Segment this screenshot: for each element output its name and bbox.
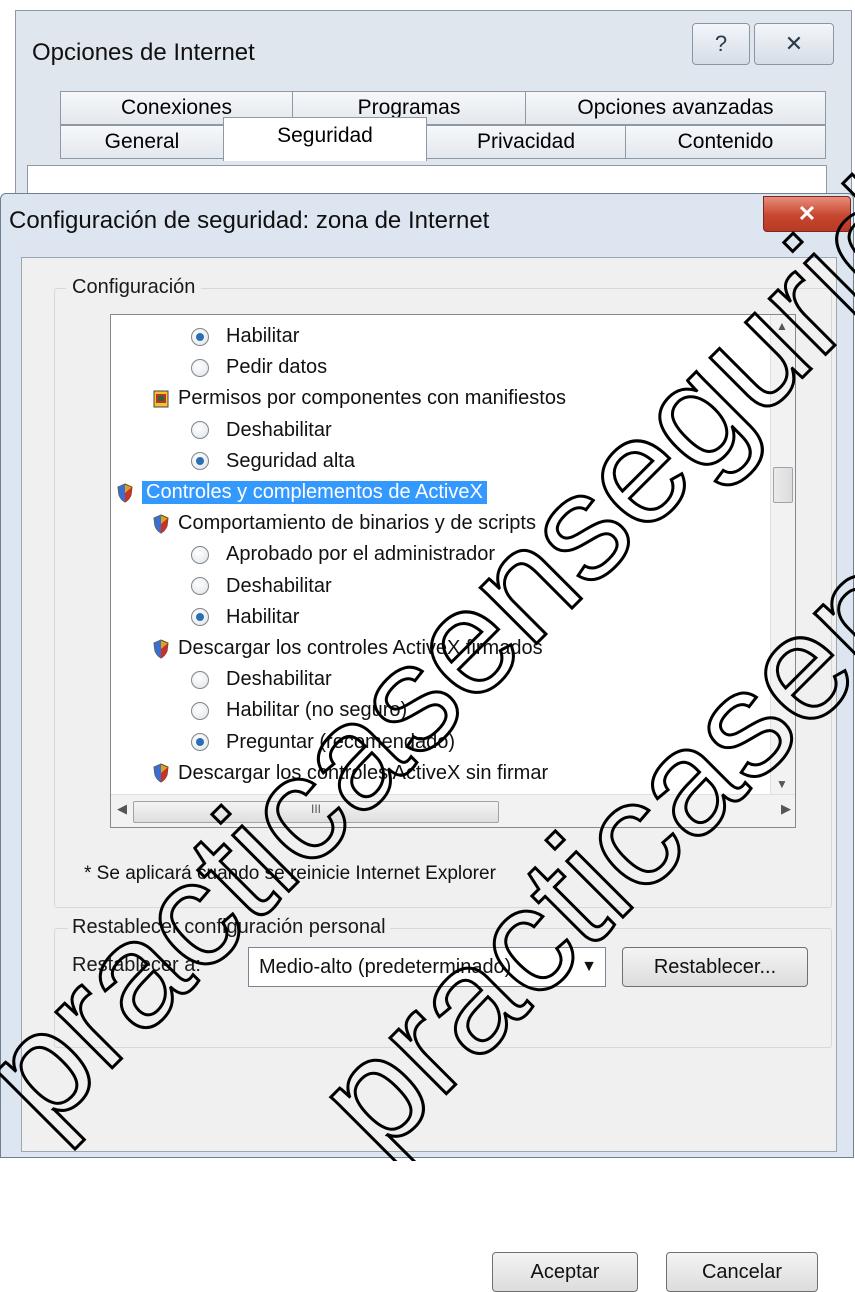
settings-tree[interactable]: Habilitar Pedir datos Permisos por compone… bbox=[110, 314, 796, 828]
radio-option[interactable]: Deshabilitar bbox=[191, 664, 332, 695]
chevron-down-icon: ▼ bbox=[581, 958, 597, 975]
settings-item-label: Habilitar bbox=[226, 325, 300, 347]
settings-item-label: Controles y complementos de ActiveX bbox=[142, 481, 487, 504]
help-button[interactable]: ? bbox=[692, 23, 750, 65]
radio-unchecked-icon[interactable] bbox=[191, 701, 209, 720]
settings-item-label: Preguntar (recomendado) bbox=[226, 730, 456, 753]
vertical-scroll-thumb[interactable] bbox=[773, 467, 793, 503]
radio-option[interactable]: Deshabilitar bbox=[191, 571, 332, 602]
reset-level-value: Medio-alto (predeterminado) bbox=[259, 955, 512, 978]
reset-group-label: Restablecer configuración personal bbox=[68, 916, 390, 939]
settings-item-label: Descargar los controles ActiveX firmados bbox=[178, 637, 543, 659]
vertical-scrollbar[interactable]: ▲ ▼ bbox=[770, 315, 795, 795]
scroll-up-arrow-icon[interactable]: ▲ bbox=[776, 319, 788, 333]
close-icon: ✕ bbox=[784, 31, 804, 56]
radio-option[interactable]: Habilitar (no seguro) bbox=[191, 695, 407, 726]
scroll-down-arrow-icon[interactable]: ▼ bbox=[776, 777, 788, 791]
tab-opciones-avanzadas[interactable]: Opciones avanzadas bbox=[525, 91, 826, 125]
tab-privacidad[interactable]: Privacidad bbox=[426, 125, 626, 159]
settings-item-label: Habilitar bbox=[226, 605, 300, 628]
settings-item-label: Comportamiento de binarios y de scripts bbox=[178, 512, 536, 535]
settings-item-label: Deshabilitar bbox=[226, 418, 332, 441]
settings-item-label: Deshabilitar bbox=[226, 668, 332, 691]
settings-item-label: Pedir datos bbox=[226, 356, 328, 379]
radio-unchecked-icon[interactable] bbox=[191, 670, 209, 689]
grip-icon: III bbox=[310, 802, 321, 816]
shield-icon bbox=[153, 763, 169, 783]
horizontal-scroll-thumb[interactable]: III bbox=[133, 801, 499, 823]
radio-option[interactable]: Deshabilitar bbox=[191, 415, 332, 446]
reset-level-select[interactable]: Medio-alto (predeterminado) ▼ bbox=[248, 947, 606, 987]
settings-item-label: Deshabilitar bbox=[226, 574, 332, 597]
ok-button[interactable]: Aceptar bbox=[492, 1252, 638, 1292]
dialog-client-area: Configuración Habilitar Pedir datos Permis… bbox=[21, 257, 837, 1292]
close-icon: ✕ bbox=[797, 201, 817, 226]
settings-category[interactable]: Descargar los controles ActiveX sin firm… bbox=[153, 758, 548, 789]
radio-option[interactable]: Habilitar bbox=[191, 321, 299, 352]
tab-contenido[interactable]: Contenido bbox=[625, 125, 826, 159]
security-settings-title: Configuración de seguridad: zona de Inte… bbox=[9, 207, 490, 234]
reset-to-label: Restablecer a: bbox=[72, 954, 201, 976]
settings-category[interactable]: Descargar los controles ActiveX firmados bbox=[153, 633, 543, 664]
horizontal-scrollbar[interactable]: ◀ III ▶ bbox=[111, 794, 795, 827]
radio-checked-icon[interactable] bbox=[191, 608, 209, 627]
shield-icon bbox=[153, 514, 169, 534]
security-settings-dialog: Configuración de seguridad: zona de Inte… bbox=[0, 193, 854, 1292]
radio-unchecked-icon[interactable] bbox=[191, 577, 209, 596]
radio-unchecked-icon[interactable] bbox=[191, 358, 209, 377]
close-button[interactable]: ✕ bbox=[754, 23, 834, 65]
settings-item-label: Descargar los controles ActiveX sin firm… bbox=[178, 761, 549, 784]
radio-unchecked-icon[interactable] bbox=[191, 545, 209, 564]
restart-note: * Se aplicará cuando se reinicie Interne… bbox=[84, 863, 496, 884]
internet-options-title: Opciones de Internet bbox=[32, 39, 255, 66]
settings-item-label: Permisos por componentes con manifiestos bbox=[178, 387, 566, 410]
cancel-button[interactable]: Cancelar bbox=[666, 1252, 818, 1292]
radio-unchecked-icon[interactable] bbox=[191, 421, 209, 440]
shield-icon bbox=[153, 638, 169, 659]
tab-general[interactable]: General bbox=[60, 125, 224, 159]
radio-checked-icon[interactable] bbox=[191, 327, 209, 346]
reset-button[interactable]: Restablecer... bbox=[622, 947, 808, 987]
close-button[interactable]: ✕ bbox=[763, 196, 851, 232]
settings-item-label: Habilitar (no seguro) bbox=[226, 699, 408, 722]
scroll-left-arrow-icon[interactable]: ◀ bbox=[117, 801, 127, 817]
background-strip bbox=[0, 0, 855, 10]
settings-category[interactable]: Permisos por componentes con manifiestos bbox=[153, 383, 566, 414]
net-permissions-icon bbox=[153, 390, 169, 408]
radio-option[interactable]: Pedir datos bbox=[191, 352, 327, 383]
radio-checked-icon[interactable] bbox=[191, 733, 209, 752]
help-icon: ? bbox=[714, 31, 728, 56]
settings-item-label: Seguridad alta bbox=[226, 449, 355, 472]
radio-option[interactable]: Seguridad alta bbox=[191, 446, 355, 477]
settings-category[interactable]: Comportamiento de binarios y de scripts bbox=[153, 508, 536, 539]
shield-icon bbox=[117, 482, 133, 503]
reset-groupbox bbox=[54, 928, 832, 1048]
settings-category[interactable]: Controles y complementos de ActiveX bbox=[117, 477, 487, 508]
radio-option[interactable]: Aprobado por el administrador bbox=[191, 539, 495, 570]
settings-item-label: Aprobado por el administrador bbox=[226, 543, 496, 566]
radio-option[interactable]: Preguntar (recomendado) bbox=[191, 727, 455, 758]
settings-group-label: Configuración bbox=[66, 276, 202, 299]
tab-seguridad[interactable]: Seguridad bbox=[223, 117, 427, 161]
radio-option[interactable]: Habilitar bbox=[191, 602, 299, 633]
scroll-right-arrow-icon[interactable]: ▶ bbox=[781, 801, 791, 817]
radio-checked-icon[interactable] bbox=[191, 452, 209, 471]
